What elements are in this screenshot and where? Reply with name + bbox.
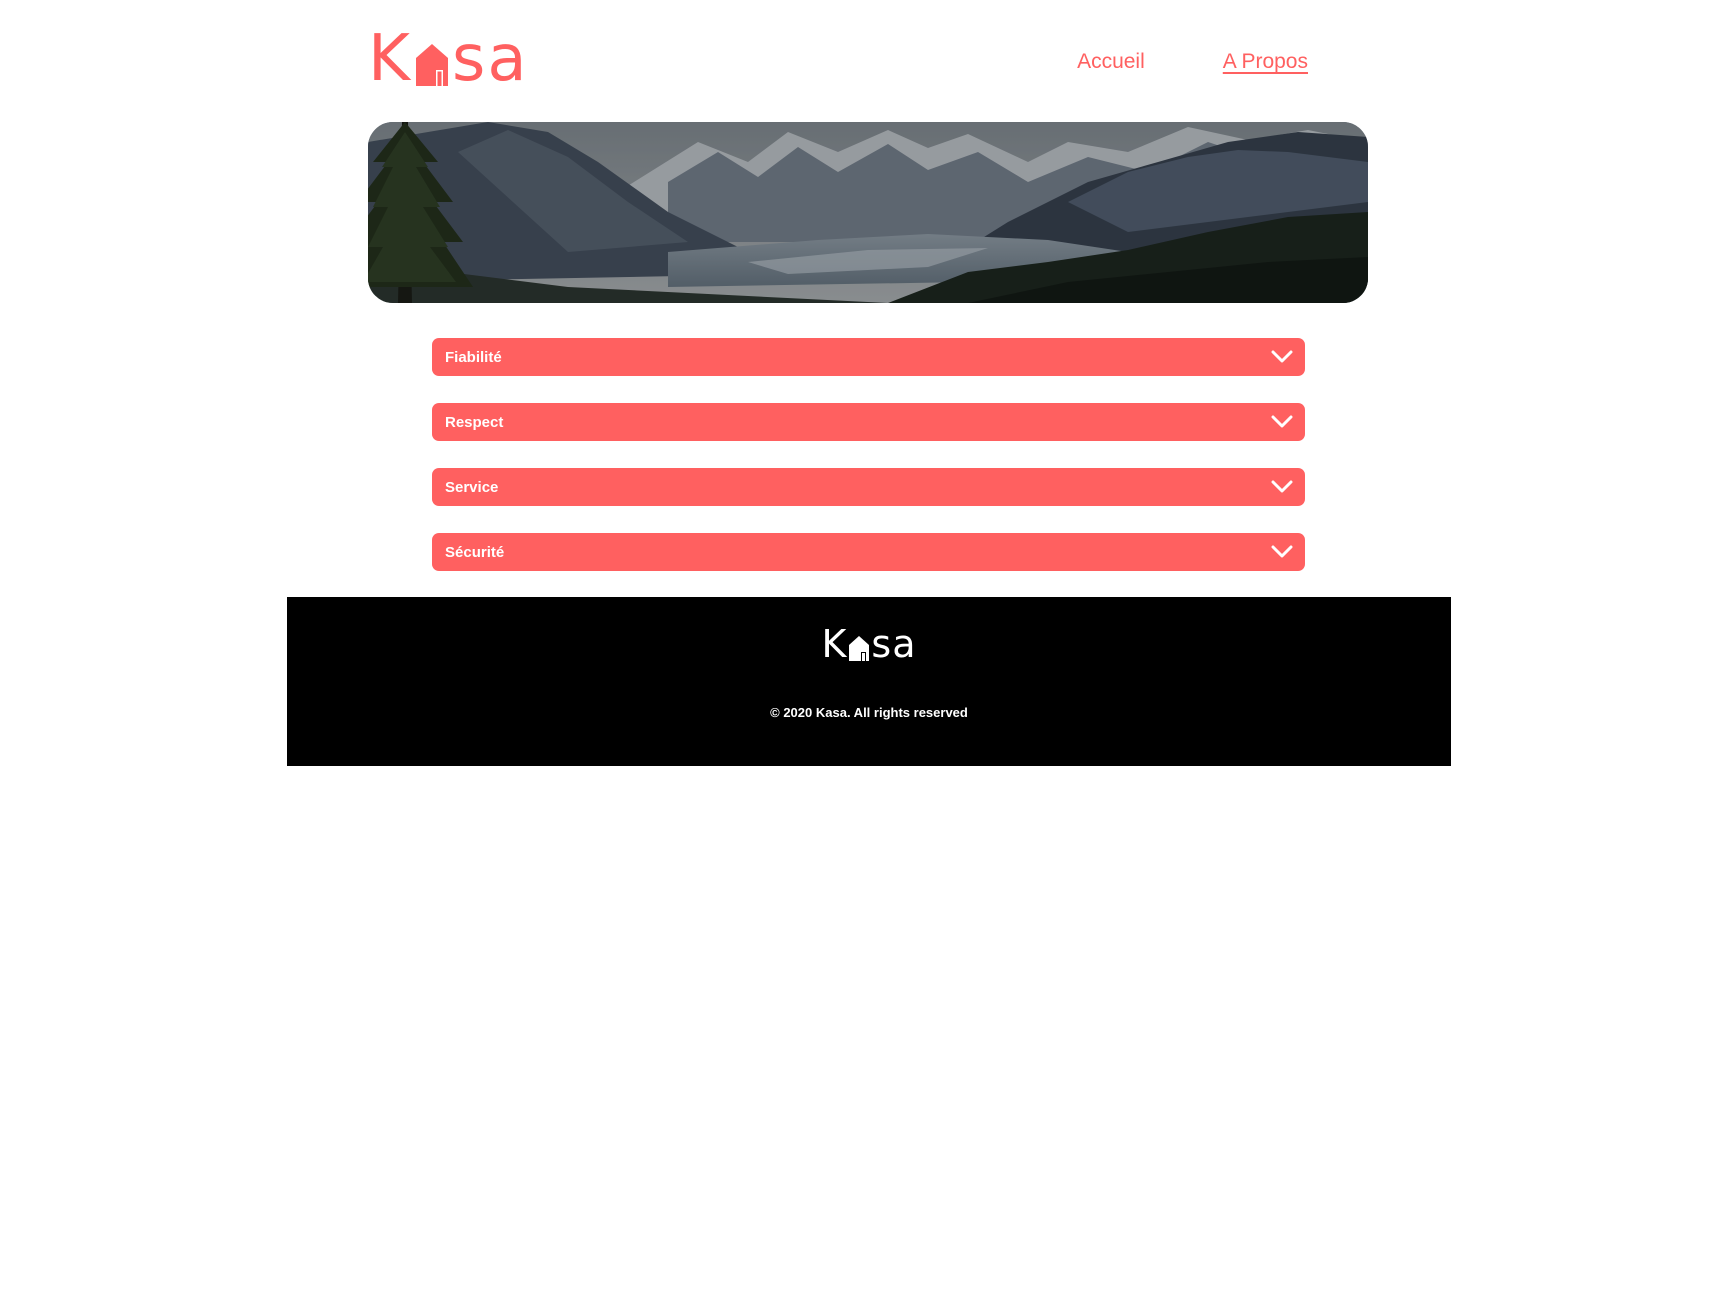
kasa-logo[interactable]: K sa bbox=[368, 22, 529, 96]
accordion-item-fiabilite[interactable]: Fiabilité bbox=[432, 338, 1305, 376]
accordion-item-respect[interactable]: Respect bbox=[432, 403, 1305, 441]
header: K sa Accueil A Propos bbox=[368, 22, 1368, 96]
about-page: K sa Accueil A Propos Fiabilité Respect … bbox=[0, 0, 1720, 1289]
accordion-label: Sécurité bbox=[445, 543, 505, 561]
banner-image bbox=[368, 122, 1368, 303]
chevron-down-icon[interactable] bbox=[1271, 350, 1293, 364]
chevron-down-icon[interactable] bbox=[1271, 545, 1293, 559]
copyright-text: © 2020 Kasa. All rights reserved bbox=[770, 705, 968, 720]
footer-logo-letters-sa: sa bbox=[871, 622, 917, 666]
logo-letters-sa: sa bbox=[451, 22, 529, 96]
footer-logo-letter-k: K bbox=[821, 622, 848, 666]
accordion-item-securite[interactable]: Sécurité bbox=[432, 533, 1305, 571]
accordion-label: Service bbox=[445, 478, 499, 496]
footer: K sa © 2020 Kasa. All rights reserved bbox=[287, 597, 1451, 766]
accordion-label: Respect bbox=[445, 413, 504, 431]
nav-link-a-propos[interactable]: A Propos bbox=[1223, 50, 1308, 74]
values-accordion: Fiabilité Respect Service Sécurité bbox=[432, 338, 1305, 598]
nav-link-accueil[interactable]: Accueil bbox=[1077, 50, 1145, 74]
logo-letter-k: K bbox=[368, 22, 412, 96]
accordion-item-service[interactable]: Service bbox=[432, 468, 1305, 506]
mountain-landscape-image bbox=[368, 122, 1368, 303]
accordion-label: Fiabilité bbox=[445, 348, 502, 366]
footer-logo: K sa bbox=[287, 625, 1451, 663]
house-icon bbox=[849, 636, 870, 661]
chevron-down-icon[interactable] bbox=[1271, 415, 1293, 429]
chevron-down-icon[interactable] bbox=[1271, 480, 1293, 494]
house-icon bbox=[415, 44, 448, 86]
main-nav: Accueil A Propos bbox=[1077, 50, 1308, 74]
